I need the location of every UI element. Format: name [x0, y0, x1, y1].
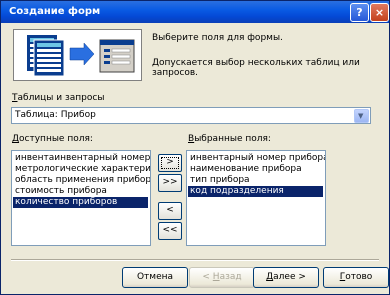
tables-select-value: Таблица: Прибор — [15, 110, 96, 120]
remove-all-fields-button[interactable]: << — [158, 222, 182, 240]
selected-fields-label: Выбранные поля: — [188, 134, 271, 144]
form-wizard-icon — [13, 29, 142, 81]
help-button[interactable]: ? — [350, 3, 369, 22]
form-wizard-dialog: Создание форм ? × Выберите поля для форм… — [0, 0, 390, 295]
close-icon: × — [374, 6, 385, 19]
list-item[interactable]: инвентарный номер прибора — [188, 153, 325, 164]
cancel-button[interactable]: Отмена — [122, 267, 188, 288]
available-fields-list[interactable]: инвентаинвентарный номер прибора метроло… — [11, 150, 151, 246]
chevron-down-icon[interactable]: ▼ — [354, 109, 369, 123]
list-item-selected[interactable]: количество приборов — [13, 197, 148, 208]
list-item-selected[interactable]: код подразделения — [188, 186, 323, 197]
divider — [11, 259, 379, 261]
add-all-fields-button[interactable]: >> — [158, 174, 182, 192]
instruction-text-1: Выберите поля для формы. — [152, 33, 283, 43]
list-item[interactable]: наименование прибора — [188, 164, 302, 175]
help-icon: ? — [356, 6, 363, 19]
list-item[interactable]: тип прибора — [188, 175, 250, 186]
list-item[interactable]: инвентаинвентарный номер прибора — [13, 153, 150, 164]
remove-field-button[interactable]: < — [158, 202, 182, 220]
tables-select[interactable]: Таблица: Прибор ▼ — [11, 107, 371, 124]
list-item[interactable]: метрологические характеристики — [13, 164, 150, 175]
title-bar[interactable]: Создание форм ? × — [1, 1, 389, 23]
available-fields-label: Доступные поля: — [12, 134, 93, 144]
list-item[interactable]: стоимость прибора — [13, 186, 107, 197]
add-field-button[interactable]: > — [158, 154, 182, 172]
close-button[interactable]: × — [370, 3, 389, 22]
finish-button[interactable]: Готово — [323, 267, 389, 288]
tables-label: Таблицы и запросы — [12, 93, 105, 103]
list-item[interactable]: область применения прибора — [13, 175, 150, 186]
back-button[interactable]: < Назад — [189, 267, 255, 288]
selected-fields-list[interactable]: инвентарный номер прибора наименование п… — [186, 150, 326, 246]
window-title: Создание форм — [9, 6, 101, 17]
instruction-text-2: Допускается выбор нескольких таблиц или … — [152, 58, 360, 78]
next-button[interactable]: Далее > — [253, 267, 319, 288]
